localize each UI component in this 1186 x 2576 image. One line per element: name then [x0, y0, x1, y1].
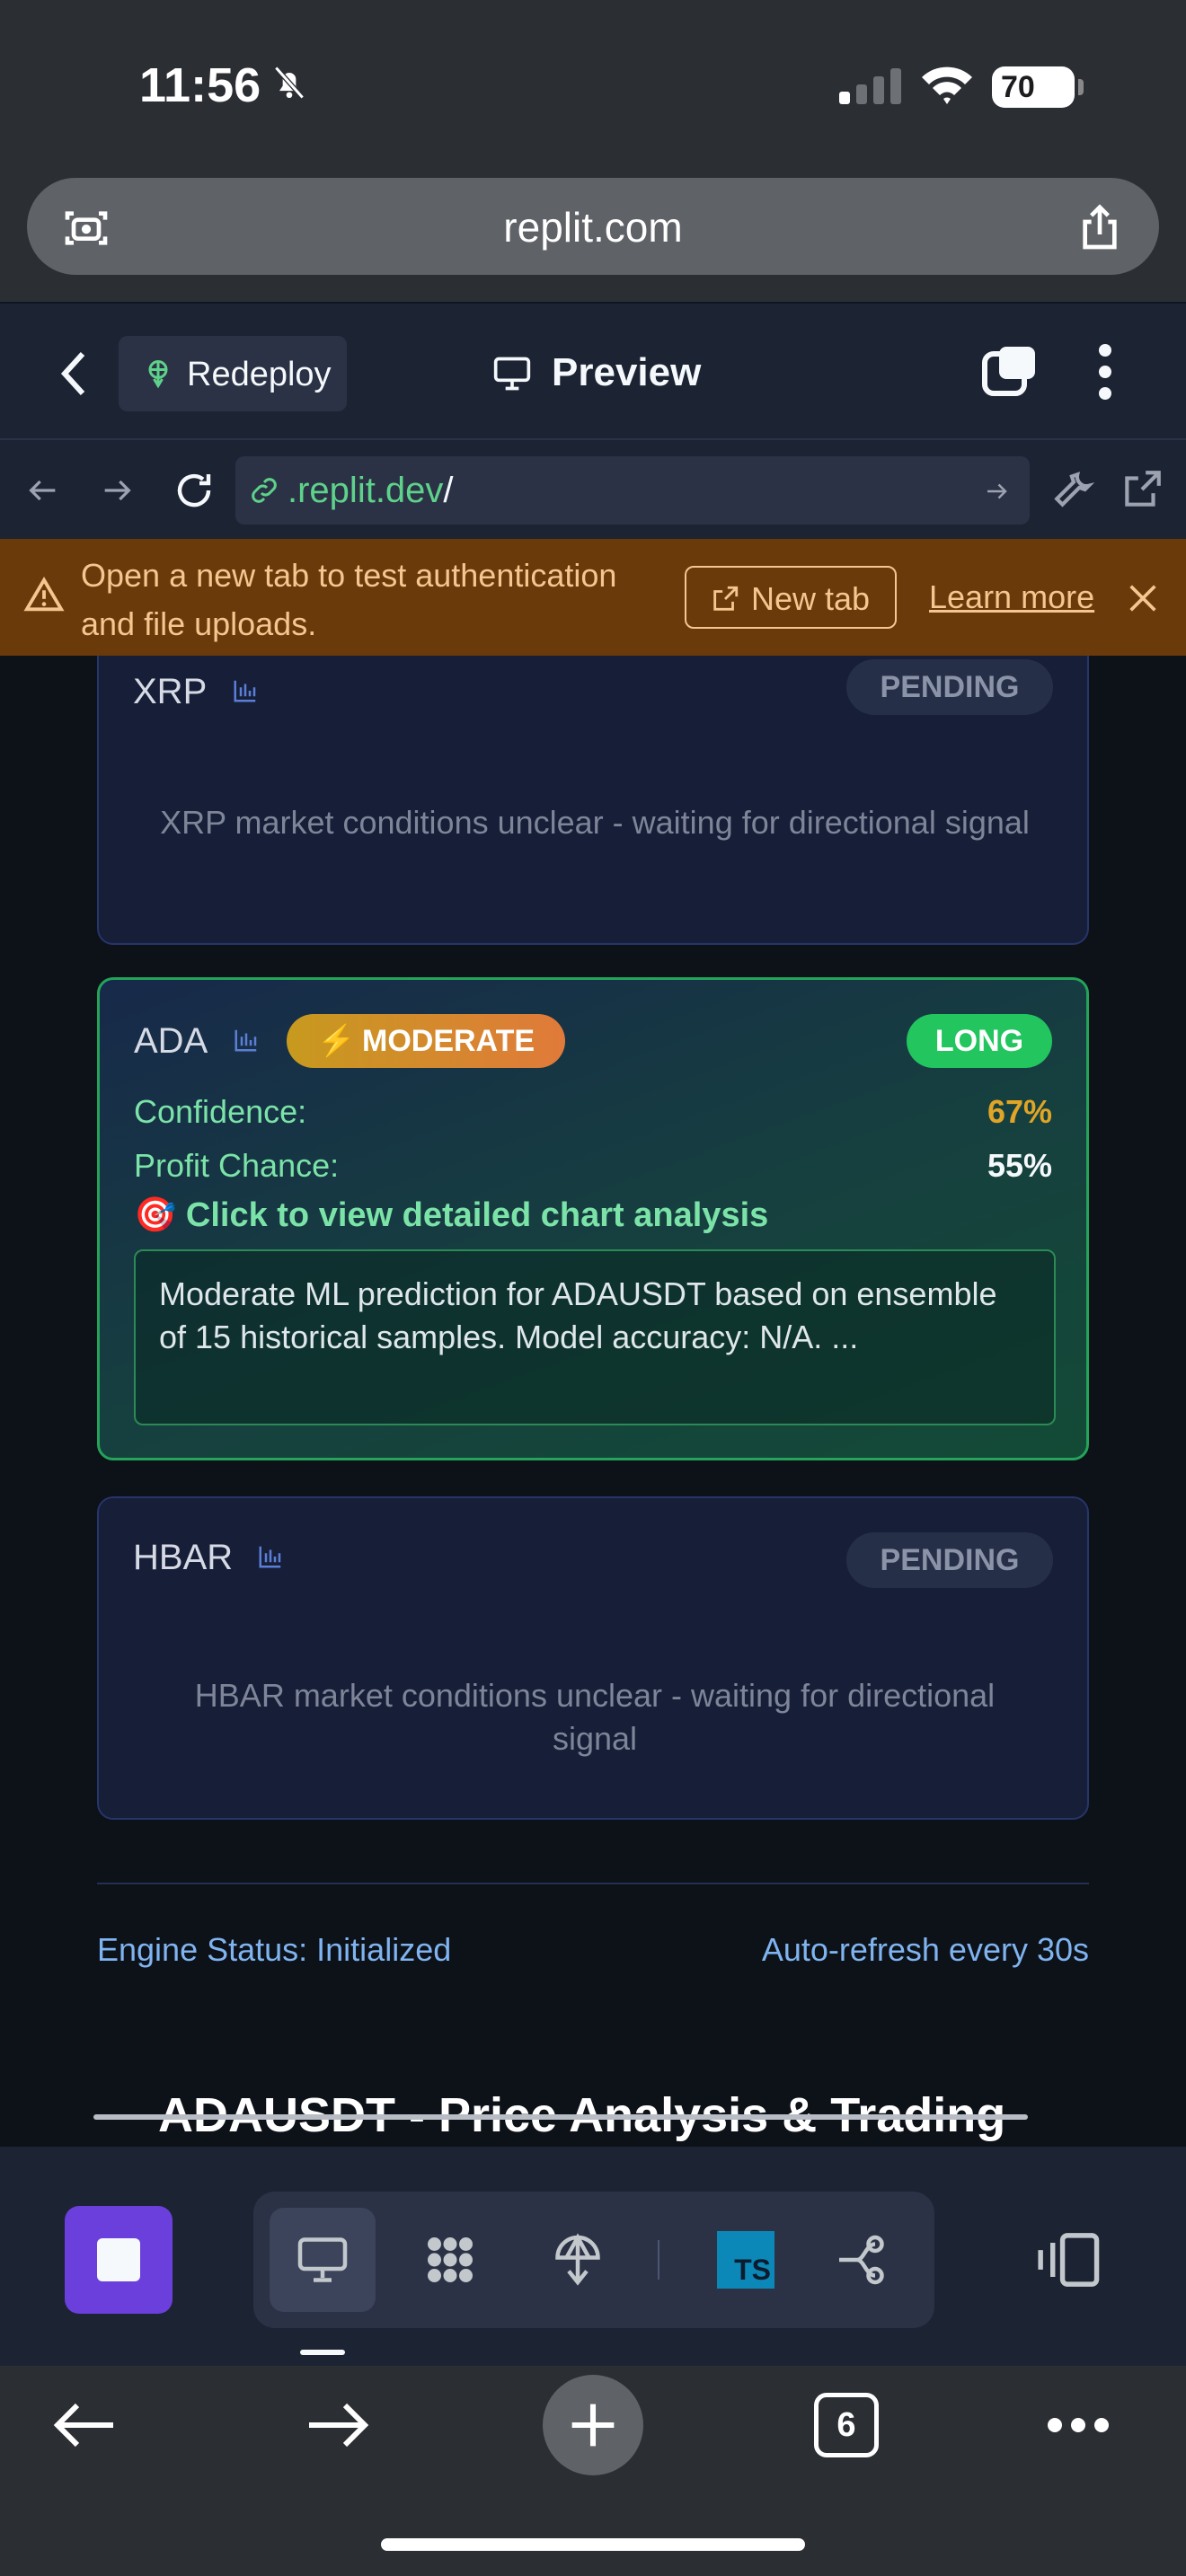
- nav-back-icon[interactable]: [25, 472, 61, 508]
- new-tab-plus-button[interactable]: [543, 2375, 643, 2475]
- prediction-description: Moderate ML prediction for ADAUSDT based…: [134, 1249, 1056, 1425]
- more-horizontal-icon[interactable]: [1046, 2416, 1111, 2434]
- forward-arrow-icon[interactable]: [305, 2402, 370, 2448]
- preview-title: Preview: [552, 350, 702, 394]
- pending-message: HBAR market conditions unclear - waiting…: [194, 1677, 996, 1757]
- address-url: replit.com: [503, 204, 683, 251]
- tool-typescript-file[interactable]: TS: [692, 2208, 798, 2312]
- chart-icon[interactable]: [257, 1543, 284, 1570]
- lightning-icon: ⚡: [317, 1024, 356, 1058]
- tab-count: 6: [836, 2406, 856, 2444]
- stop-icon: [97, 2238, 140, 2281]
- status-badge: PENDING: [846, 659, 1053, 715]
- home-indicator: [381, 2538, 805, 2551]
- signals-content: XRP PENDING XRP market conditions unclea…: [0, 656, 1186, 2147]
- git-branch-icon: [839, 2235, 884, 2285]
- signal-card-xrp[interactable]: XRP PENDING XRP market conditions unclea…: [97, 656, 1089, 945]
- link-icon: [252, 478, 277, 503]
- learn-more-link[interactable]: Learn more: [929, 578, 1094, 616]
- tool-preview[interactable]: [270, 2208, 376, 2312]
- back-arrow-icon[interactable]: [52, 2402, 117, 2448]
- target-icon: 🎯: [134, 1196, 177, 1234]
- new-tab-button[interactable]: New tab: [685, 566, 897, 629]
- status-time: 11:56: [139, 58, 261, 112]
- redeploy-label: Redeploy: [187, 356, 332, 393]
- layout-toggle-icon[interactable]: [1033, 2229, 1102, 2290]
- signal-card-ada[interactable]: ADA ⚡ MODERATE LONG Confidence: 67% Prof…: [97, 977, 1089, 1460]
- webview-nav-bar: .replit.dev/: [0, 438, 1186, 539]
- warning-icon: [23, 576, 65, 612]
- scroll-indicator: [93, 2114, 1028, 2120]
- typescript-icon: TS: [717, 2231, 774, 2289]
- footer-divider: [97, 1883, 1089, 1884]
- new-tab-label: New tab: [751, 580, 871, 617]
- card-symbol: ADA: [134, 1021, 208, 1061]
- signal-card-hbar[interactable]: HBAR PENDING HBAR market conditions uncl…: [97, 1496, 1089, 1820]
- chart-analysis-link[interactable]: 🎯 Click to view detailed chart analysis: [134, 1195, 768, 1235]
- open-external-icon[interactable]: [1120, 467, 1164, 512]
- confidence-label: Confidence:: [134, 1093, 307, 1130]
- monitor-icon: [493, 357, 531, 391]
- status-badge: PENDING: [846, 1532, 1053, 1588]
- replit-header: Redeploy Preview: [0, 302, 1186, 438]
- auto-refresh-note: Auto-refresh every 30s: [761, 1931, 1089, 1968]
- replit-toolbar: TS: [0, 2147, 1186, 2366]
- tool-agent[interactable]: [397, 2208, 503, 2312]
- monitor-icon: [297, 2237, 348, 2282]
- card-symbol: XRP: [133, 672, 208, 711]
- strength-badge: ⚡ MODERATE: [287, 1014, 565, 1068]
- safari-toolbar: 6: [0, 2366, 1186, 2576]
- engine-status: Engine Status: Initialized: [97, 1931, 452, 1968]
- direction-badge: LONG: [907, 1014, 1052, 1068]
- nav-forward-icon[interactable]: [99, 472, 135, 508]
- plus-icon: [571, 2404, 615, 2447]
- external-link-icon: [713, 586, 739, 611]
- address-bar[interactable]: replit.com: [27, 178, 1159, 275]
- tool-git[interactable]: [809, 2208, 915, 2312]
- share-icon[interactable]: [1075, 203, 1125, 253]
- more-vertical-icon[interactable]: [1087, 343, 1123, 401]
- url-domain: .replit.dev: [288, 471, 444, 510]
- deploy-icon: [555, 2233, 600, 2286]
- url-path: /: [443, 471, 454, 510]
- auth-warning-banner: Open a new tab to test authentication an…: [0, 539, 1186, 656]
- devtools-wrench-icon[interactable]: [1051, 467, 1096, 512]
- stop-button[interactable]: [65, 2206, 173, 2314]
- tool-switcher: TS: [253, 2192, 934, 2328]
- pending-message: XRP market conditions unclear - waiting …: [160, 804, 1030, 841]
- tabs-button[interactable]: 6: [814, 2393, 879, 2457]
- chart-icon[interactable]: [233, 1027, 260, 1054]
- active-tool-indicator: [300, 2350, 345, 2355]
- back-chevron-icon[interactable]: [56, 348, 92, 399]
- agent-dots-icon: [428, 2237, 473, 2282]
- redeploy-button[interactable]: Redeploy: [119, 336, 347, 411]
- browser-top-chrome: 11:56 70 replit.com: [0, 0, 1186, 302]
- webview-url-field[interactable]: .replit.dev/: [235, 456, 1030, 525]
- reload-icon[interactable]: [173, 469, 216, 512]
- battery-icon: 70: [992, 66, 1084, 108]
- profit-chance-label: Profit Chance:: [134, 1147, 340, 1184]
- banner-message: Open a new tab to test authentication an…: [81, 557, 617, 642]
- wifi-icon: [922, 66, 972, 104]
- card-symbol: HBAR: [133, 1538, 234, 1577]
- silent-bell-icon: [274, 66, 305, 100]
- tool-deployments[interactable]: [525, 2208, 631, 2312]
- confidence-value: 67%: [987, 1093, 1052, 1130]
- toolbar-separator: [658, 2240, 659, 2280]
- profit-chance-value: 55%: [987, 1147, 1052, 1184]
- deploy-icon: [148, 360, 168, 389]
- go-arrow-icon[interactable]: [983, 478, 1010, 505]
- close-icon[interactable]: [1125, 580, 1161, 616]
- cell-signal-icon: [839, 68, 901, 104]
- chart-icon[interactable]: [232, 677, 259, 704]
- panes-icon[interactable]: [981, 343, 1039, 401]
